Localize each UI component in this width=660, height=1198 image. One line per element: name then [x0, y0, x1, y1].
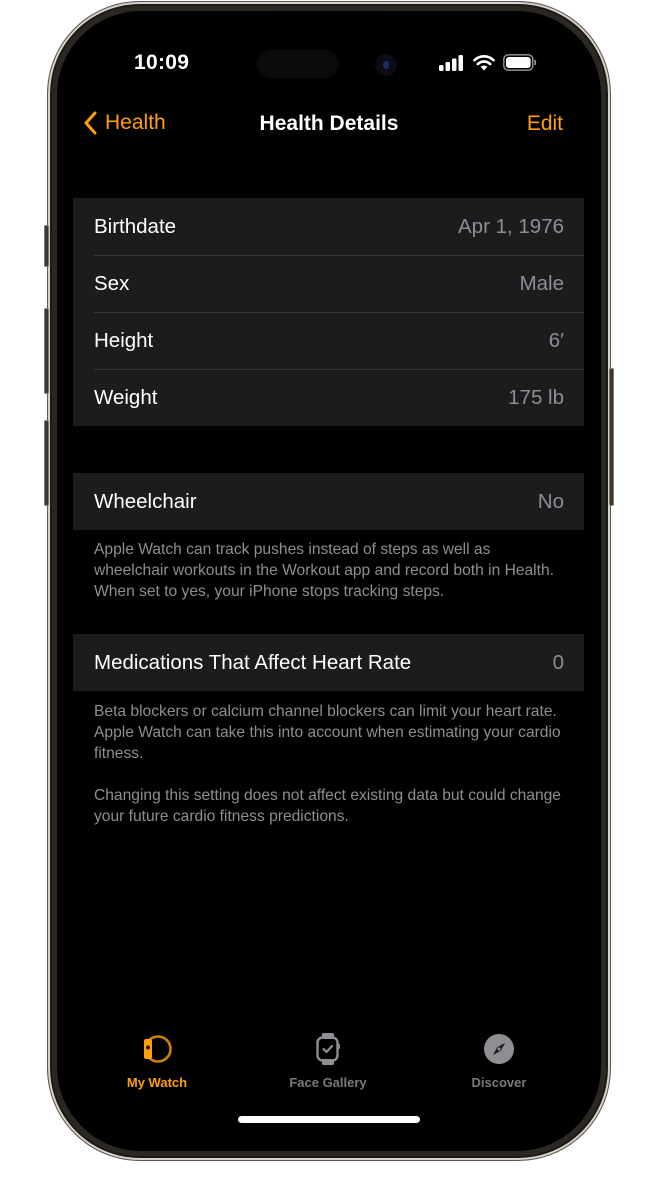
wheelchair-row[interactable]: Wheelchair No [73, 473, 584, 530]
medications-row[interactable]: Medications That Affect Heart Rate 0 [73, 634, 584, 691]
wheelchair-footnote: Apple Watch can track pushes instead of … [94, 539, 564, 602]
detail-label: Weight [94, 385, 158, 409]
side-button [609, 368, 614, 506]
battery-icon [503, 54, 537, 76]
dynamic-island [257, 50, 339, 78]
detail-label: Birthdate [94, 214, 177, 238]
detail-row-weight[interactable]: Weight 175 lb [73, 369, 584, 426]
tab-bar: My Watch Face Gallery Discover [57, 1031, 601, 1101]
cellular-signal-icon [439, 54, 465, 76]
home-indicator[interactable] [238, 1116, 420, 1123]
tab-my-watch[interactable]: My Watch [87, 1031, 227, 1090]
medications-label: Medications That Affect Heart Rate [94, 650, 412, 674]
status-icons [439, 54, 537, 76]
wifi-icon [473, 54, 495, 76]
detail-label: Sex [94, 271, 130, 295]
wheelchair-label: Wheelchair [94, 489, 197, 513]
medications-footnote-text-2: Changing this setting does not affect ex… [94, 787, 561, 825]
detail-value: Apr 1, 1976 [458, 214, 564, 238]
tab-face-gallery[interactable]: Face Gallery [258, 1031, 398, 1090]
medications-group: Medications That Affect Heart Rate 0 [73, 634, 584, 691]
volume-down-button [44, 420, 49, 506]
screen: 10:09 Health Health Details Edit Birthda… [57, 11, 601, 1151]
tab-label: Discover [471, 1075, 527, 1090]
wheelchair-footnote-text: Apple Watch can track pushes instead of … [94, 541, 554, 600]
tab-label: My Watch [126, 1075, 188, 1090]
medications-value: 0 [552, 650, 564, 674]
detail-row-sex[interactable]: Sex Male [73, 255, 584, 312]
face-gallery-icon [316, 1033, 340, 1065]
detail-row-birthdate[interactable]: Birthdate Apr 1, 1976 [73, 198, 584, 255]
detail-value: Male [519, 271, 564, 295]
detail-label: Height [94, 328, 154, 352]
volume-up-button [44, 308, 49, 394]
medications-footnote: Beta blockers or calcium channel blocker… [94, 701, 564, 827]
detail-row-height[interactable]: Height 6′ [73, 312, 584, 369]
detail-value: 6′ [548, 328, 564, 352]
detail-value: 175 lb [508, 385, 564, 409]
wheelchair-group: Wheelchair No [73, 473, 584, 530]
status-time: 10:09 [134, 51, 190, 74]
action-button [44, 225, 49, 267]
compass-icon [484, 1034, 514, 1064]
page-title: Health Details [259, 112, 399, 135]
medications-footnote-text-1: Beta blockers or calcium channel blocker… [94, 703, 561, 762]
health-details-group: Birthdate Apr 1, 1976 Sex Male Height 6′… [73, 198, 584, 426]
tab-discover[interactable]: Discover [429, 1031, 569, 1090]
my-watch-icon [144, 1035, 172, 1063]
wheelchair-value: No [537, 489, 564, 513]
tab-label: Face Gallery [289, 1075, 367, 1090]
edit-button[interactable]: Edit [527, 112, 563, 136]
front-camera [375, 54, 397, 76]
